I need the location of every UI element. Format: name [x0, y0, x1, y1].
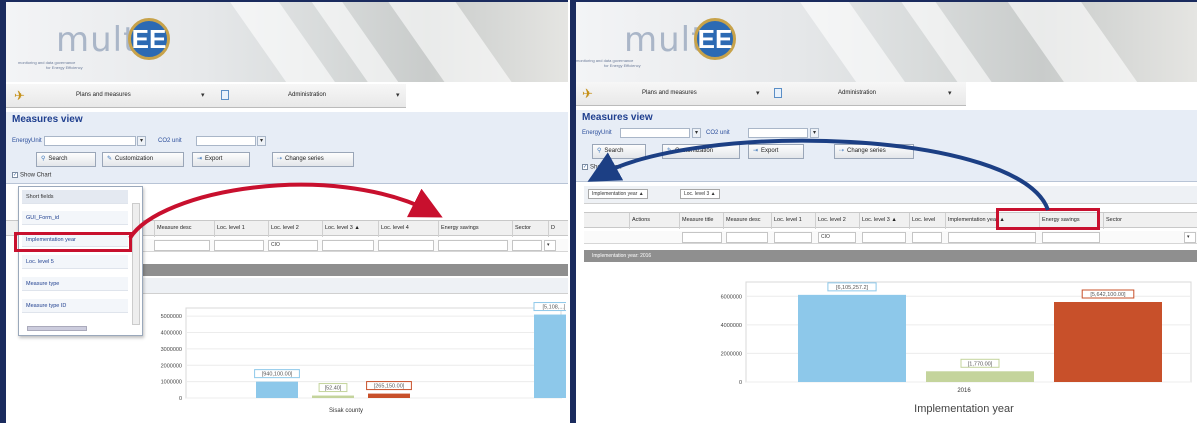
- red-arrow: [128, 182, 443, 240]
- blue-arrow: [587, 138, 1050, 211]
- annotation-arrows: [128, 138, 1050, 240]
